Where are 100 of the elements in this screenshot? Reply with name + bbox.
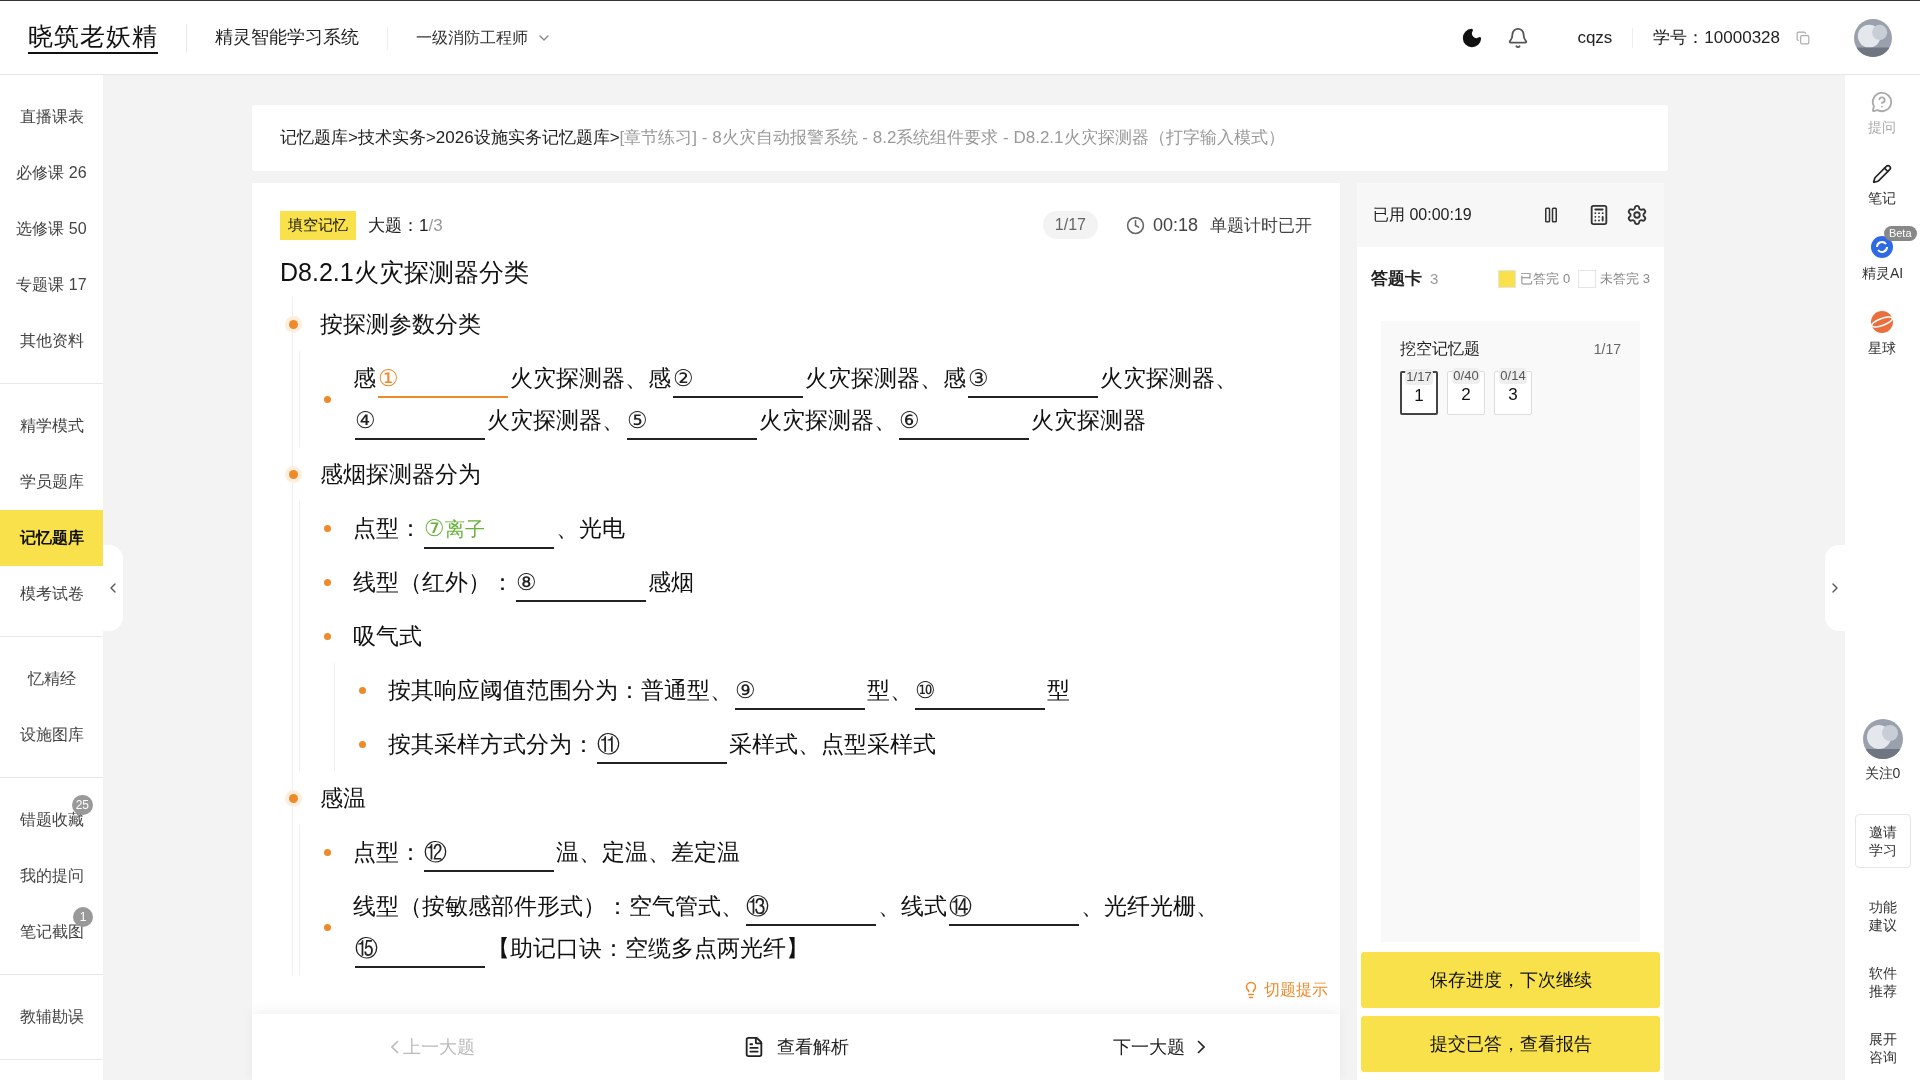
sidebar-item[interactable]: 记忆题库 bbox=[0, 510, 103, 566]
breadcrumb-path[interactable]: 记忆题库>技术实务>2026设施实务记忆题库> bbox=[280, 125, 620, 151]
blank-field[interactable]: ⑪ bbox=[597, 726, 727, 764]
clock-icon bbox=[1125, 215, 1145, 235]
section-counter: 大题：1/3 bbox=[368, 214, 443, 237]
legend-label: 已答完 0 bbox=[1520, 270, 1571, 289]
action-button[interactable]: 保存进度，下次继续 bbox=[1361, 952, 1660, 1008]
sidebar-item[interactable]: 设施图库 bbox=[0, 707, 103, 763]
sidebar-item[interactable]: 直播课表 bbox=[0, 89, 103, 145]
blank-field[interactable]: ⑧ bbox=[516, 564, 646, 602]
outline-text: 火灾探测器、感 bbox=[805, 365, 966, 391]
outline-text: 感烟探测器分为 bbox=[320, 461, 481, 487]
outline-text: 按其采样方式分为： bbox=[388, 731, 595, 757]
outline-text: 火灾探测器 bbox=[1031, 407, 1146, 433]
blank-field[interactable]: ⑭ bbox=[949, 888, 1079, 926]
blank-field[interactable]: ④ bbox=[355, 402, 485, 440]
sidebar-item[interactable]: 必修课 26 bbox=[0, 145, 103, 201]
pencil-icon bbox=[1872, 164, 1893, 184]
outline-text: 线型（按敏感部件形式）：空气管式、 bbox=[353, 893, 744, 919]
question-chip[interactable]: 1/17 1 bbox=[1400, 371, 1438, 415]
outline-text: 感 bbox=[353, 365, 376, 391]
blank-field[interactable]: ⑮ bbox=[355, 930, 485, 968]
outline-text: 、线式 bbox=[878, 893, 947, 919]
outline-text: 感烟 bbox=[648, 569, 694, 595]
answered-count: 1/17 bbox=[1593, 339, 1621, 359]
sidebar-item[interactable]: 精学模式 bbox=[0, 398, 103, 454]
outline-text: 采样式、点型采样式 bbox=[729, 731, 936, 757]
chevron-left-icon bbox=[391, 1040, 400, 1054]
outline-text: 【助记口诀：空缆多点两光纤】 bbox=[487, 935, 809, 961]
invite-button[interactable]: 邀请学习 bbox=[1854, 814, 1911, 868]
blank-field[interactable]: ⑤ bbox=[627, 402, 757, 440]
outline-text: 火灾探测器、 bbox=[1100, 365, 1238, 391]
sidebar-item[interactable]: 模考试卷 bbox=[0, 566, 103, 622]
blank-field[interactable]: ⑩ bbox=[915, 672, 1045, 710]
outline-text: 按其响应阈值范围分为：普通型、 bbox=[388, 677, 733, 703]
progress-pill: 1/17 bbox=[1042, 211, 1098, 240]
sidebar-item[interactable]: 选修课 50 bbox=[0, 201, 103, 257]
group-title: 挖空记忆题 bbox=[1400, 339, 1480, 359]
sidebar-item[interactable]: 学员题库 bbox=[0, 454, 103, 510]
settings-icon[interactable] bbox=[1626, 204, 1648, 226]
outline-text: 、光电 bbox=[556, 515, 625, 541]
rail-label[interactable]: 关注0 bbox=[1864, 763, 1901, 784]
question-chip[interactable]: 0/14 3 bbox=[1494, 371, 1532, 415]
rail-label[interactable]: 星球 bbox=[1868, 338, 1897, 359]
blank-field[interactable]: ⑬ bbox=[746, 888, 876, 926]
sidebar-item[interactable]: 忆精经 bbox=[0, 651, 103, 707]
sidebar-item[interactable]: 专题课 17 bbox=[0, 257, 103, 313]
blank-field[interactable]: ⑥ bbox=[899, 402, 1029, 440]
student-id: 学号：10000328 bbox=[1653, 26, 1780, 49]
question-chip[interactable]: 0/40 2 bbox=[1447, 371, 1485, 415]
outline-text: 火灾探测器、感 bbox=[510, 365, 671, 391]
outline-text: 点型： bbox=[353, 839, 422, 865]
blank-field[interactable]: ③ bbox=[968, 360, 1098, 398]
action-button[interactable]: 提交已答，查看报告 bbox=[1361, 1016, 1660, 1072]
chevron-right-icon bbox=[1196, 1040, 1205, 1054]
document-icon bbox=[743, 1036, 765, 1058]
blank-field[interactable]: ② bbox=[673, 360, 803, 398]
outline-text: 型、 bbox=[867, 677, 913, 703]
outline-text: 型 bbox=[1047, 677, 1070, 703]
outline-text: 吸气式 bbox=[353, 623, 422, 649]
outline-text: 、光纤光栅、 bbox=[1081, 893, 1219, 919]
blank-field[interactable]: ⑫ bbox=[424, 834, 554, 872]
swirl-icon bbox=[1870, 235, 1895, 259]
card-title: 答题卡 bbox=[1371, 268, 1422, 291]
calculator-icon[interactable] bbox=[1588, 204, 1610, 226]
outline-text: 感温 bbox=[320, 785, 366, 811]
sidebar-item[interactable]: 其他资料 bbox=[0, 313, 103, 369]
rail-link[interactable]: 软件推荐 bbox=[1862, 964, 1903, 1000]
follower-avatar[interactable] bbox=[1862, 719, 1903, 759]
course-dropdown[interactable]: 一级消防工程师 bbox=[416, 25, 552, 50]
logo[interactable]: 晓筑老妖精 bbox=[28, 21, 158, 54]
pause-icon[interactable] bbox=[1542, 206, 1560, 224]
outline-text: 点型： bbox=[353, 515, 422, 541]
dark-mode-icon[interactable] bbox=[1461, 26, 1484, 49]
analysis-button[interactable]: 查看解析 bbox=[614, 1033, 978, 1061]
next-button[interactable]: 下一大题 bbox=[977, 1033, 1340, 1061]
question-icon bbox=[1871, 91, 1894, 113]
rail-label[interactable]: 笔记 bbox=[1868, 188, 1897, 209]
system-name: 精灵智能学习系统 bbox=[215, 26, 359, 49]
outline-text: 温、定温、差定温 bbox=[556, 839, 740, 865]
timer-status: 单题计时已开 bbox=[1210, 214, 1312, 237]
rail-link[interactable]: 功能建议 bbox=[1862, 898, 1903, 934]
bell-icon[interactable] bbox=[1507, 26, 1530, 49]
outline-text: 按探测参数分类 bbox=[320, 311, 481, 337]
rail-label[interactable]: 精灵AI bbox=[1861, 263, 1904, 284]
blank-field[interactable]: ⑨ bbox=[735, 672, 865, 710]
outline-text: 火灾探测器、 bbox=[487, 407, 625, 433]
beta-badge: Beta bbox=[1883, 226, 1917, 241]
card-count: 3 bbox=[1430, 268, 1439, 289]
user-avatar[interactable] bbox=[1854, 18, 1892, 57]
sidebar-item[interactable]: 我的提问 bbox=[0, 848, 103, 904]
elapsed-time: 已用 00:00:19 bbox=[1373, 205, 1472, 225]
outline-text: 火灾探测器、 bbox=[759, 407, 897, 433]
sidebar-item[interactable]: 教辅勘误 bbox=[0, 989, 103, 1045]
legend-label: 未答完 3 bbox=[1600, 270, 1650, 289]
question-title: D8.2.1火灾探测器分类 bbox=[280, 256, 530, 288]
planet-icon bbox=[1869, 310, 1896, 334]
question-timer: 00:18 bbox=[1152, 213, 1198, 237]
type-tag: 填空记忆 bbox=[280, 211, 356, 240]
rail-link[interactable]: 展开咨询 bbox=[1862, 1030, 1903, 1066]
